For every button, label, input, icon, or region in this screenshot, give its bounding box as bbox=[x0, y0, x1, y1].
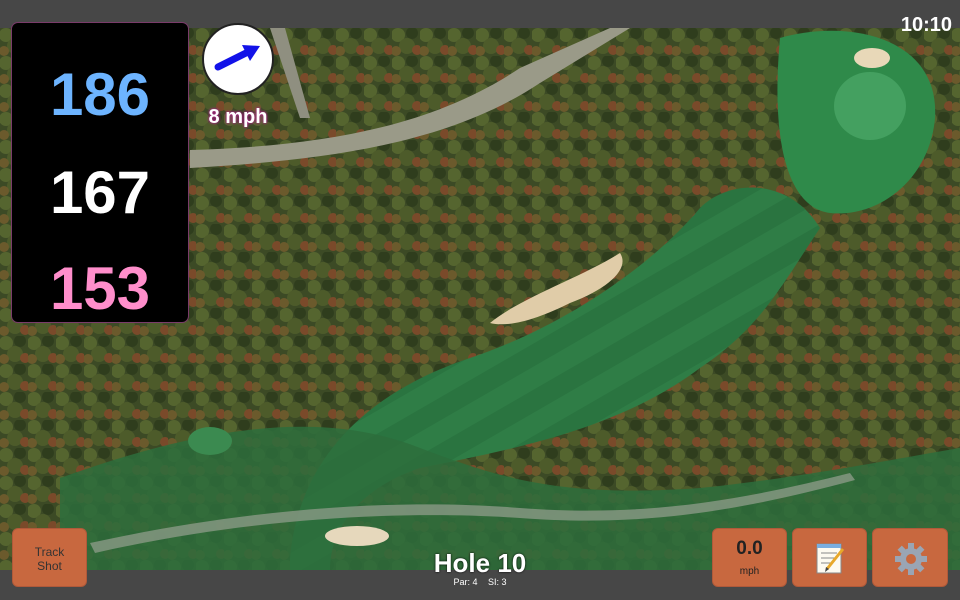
speed-button[interactable]: 0.0 mph bbox=[712, 528, 787, 587]
hole-title: Hole 10 bbox=[433, 548, 527, 578]
wind-arrow-icon bbox=[214, 45, 260, 71]
clock-time: 10:10 bbox=[900, 14, 952, 36]
wind-direction-indicator bbox=[202, 23, 274, 95]
distance-panel: 186 167 153 bbox=[12, 23, 188, 322]
hole-info: Par: 4 SI: 3 bbox=[380, 577, 580, 587]
track-shot-label-line2: Shot bbox=[37, 559, 62, 573]
track-shot-label-line1: Track bbox=[34, 545, 65, 559]
speed-value: 0.0 bbox=[736, 538, 763, 559]
gear-icon bbox=[895, 543, 927, 575]
wind-speed-label: 8 mph bbox=[208, 106, 268, 128]
notes-button[interactable] bbox=[792, 528, 867, 587]
front-distance: 153 bbox=[49, 255, 151, 322]
back-distance: 186 bbox=[49, 61, 151, 128]
track-shot-button[interactable]: Track Shot bbox=[12, 528, 87, 587]
notepad-icon bbox=[816, 543, 845, 574]
settings-button[interactable] bbox=[872, 528, 948, 587]
speed-unit: mph bbox=[739, 566, 760, 577]
hole-par: Par: 4 bbox=[453, 577, 478, 587]
middle-distance: 167 bbox=[49, 159, 151, 226]
hole-stroke-index: SI: 3 bbox=[488, 577, 507, 587]
